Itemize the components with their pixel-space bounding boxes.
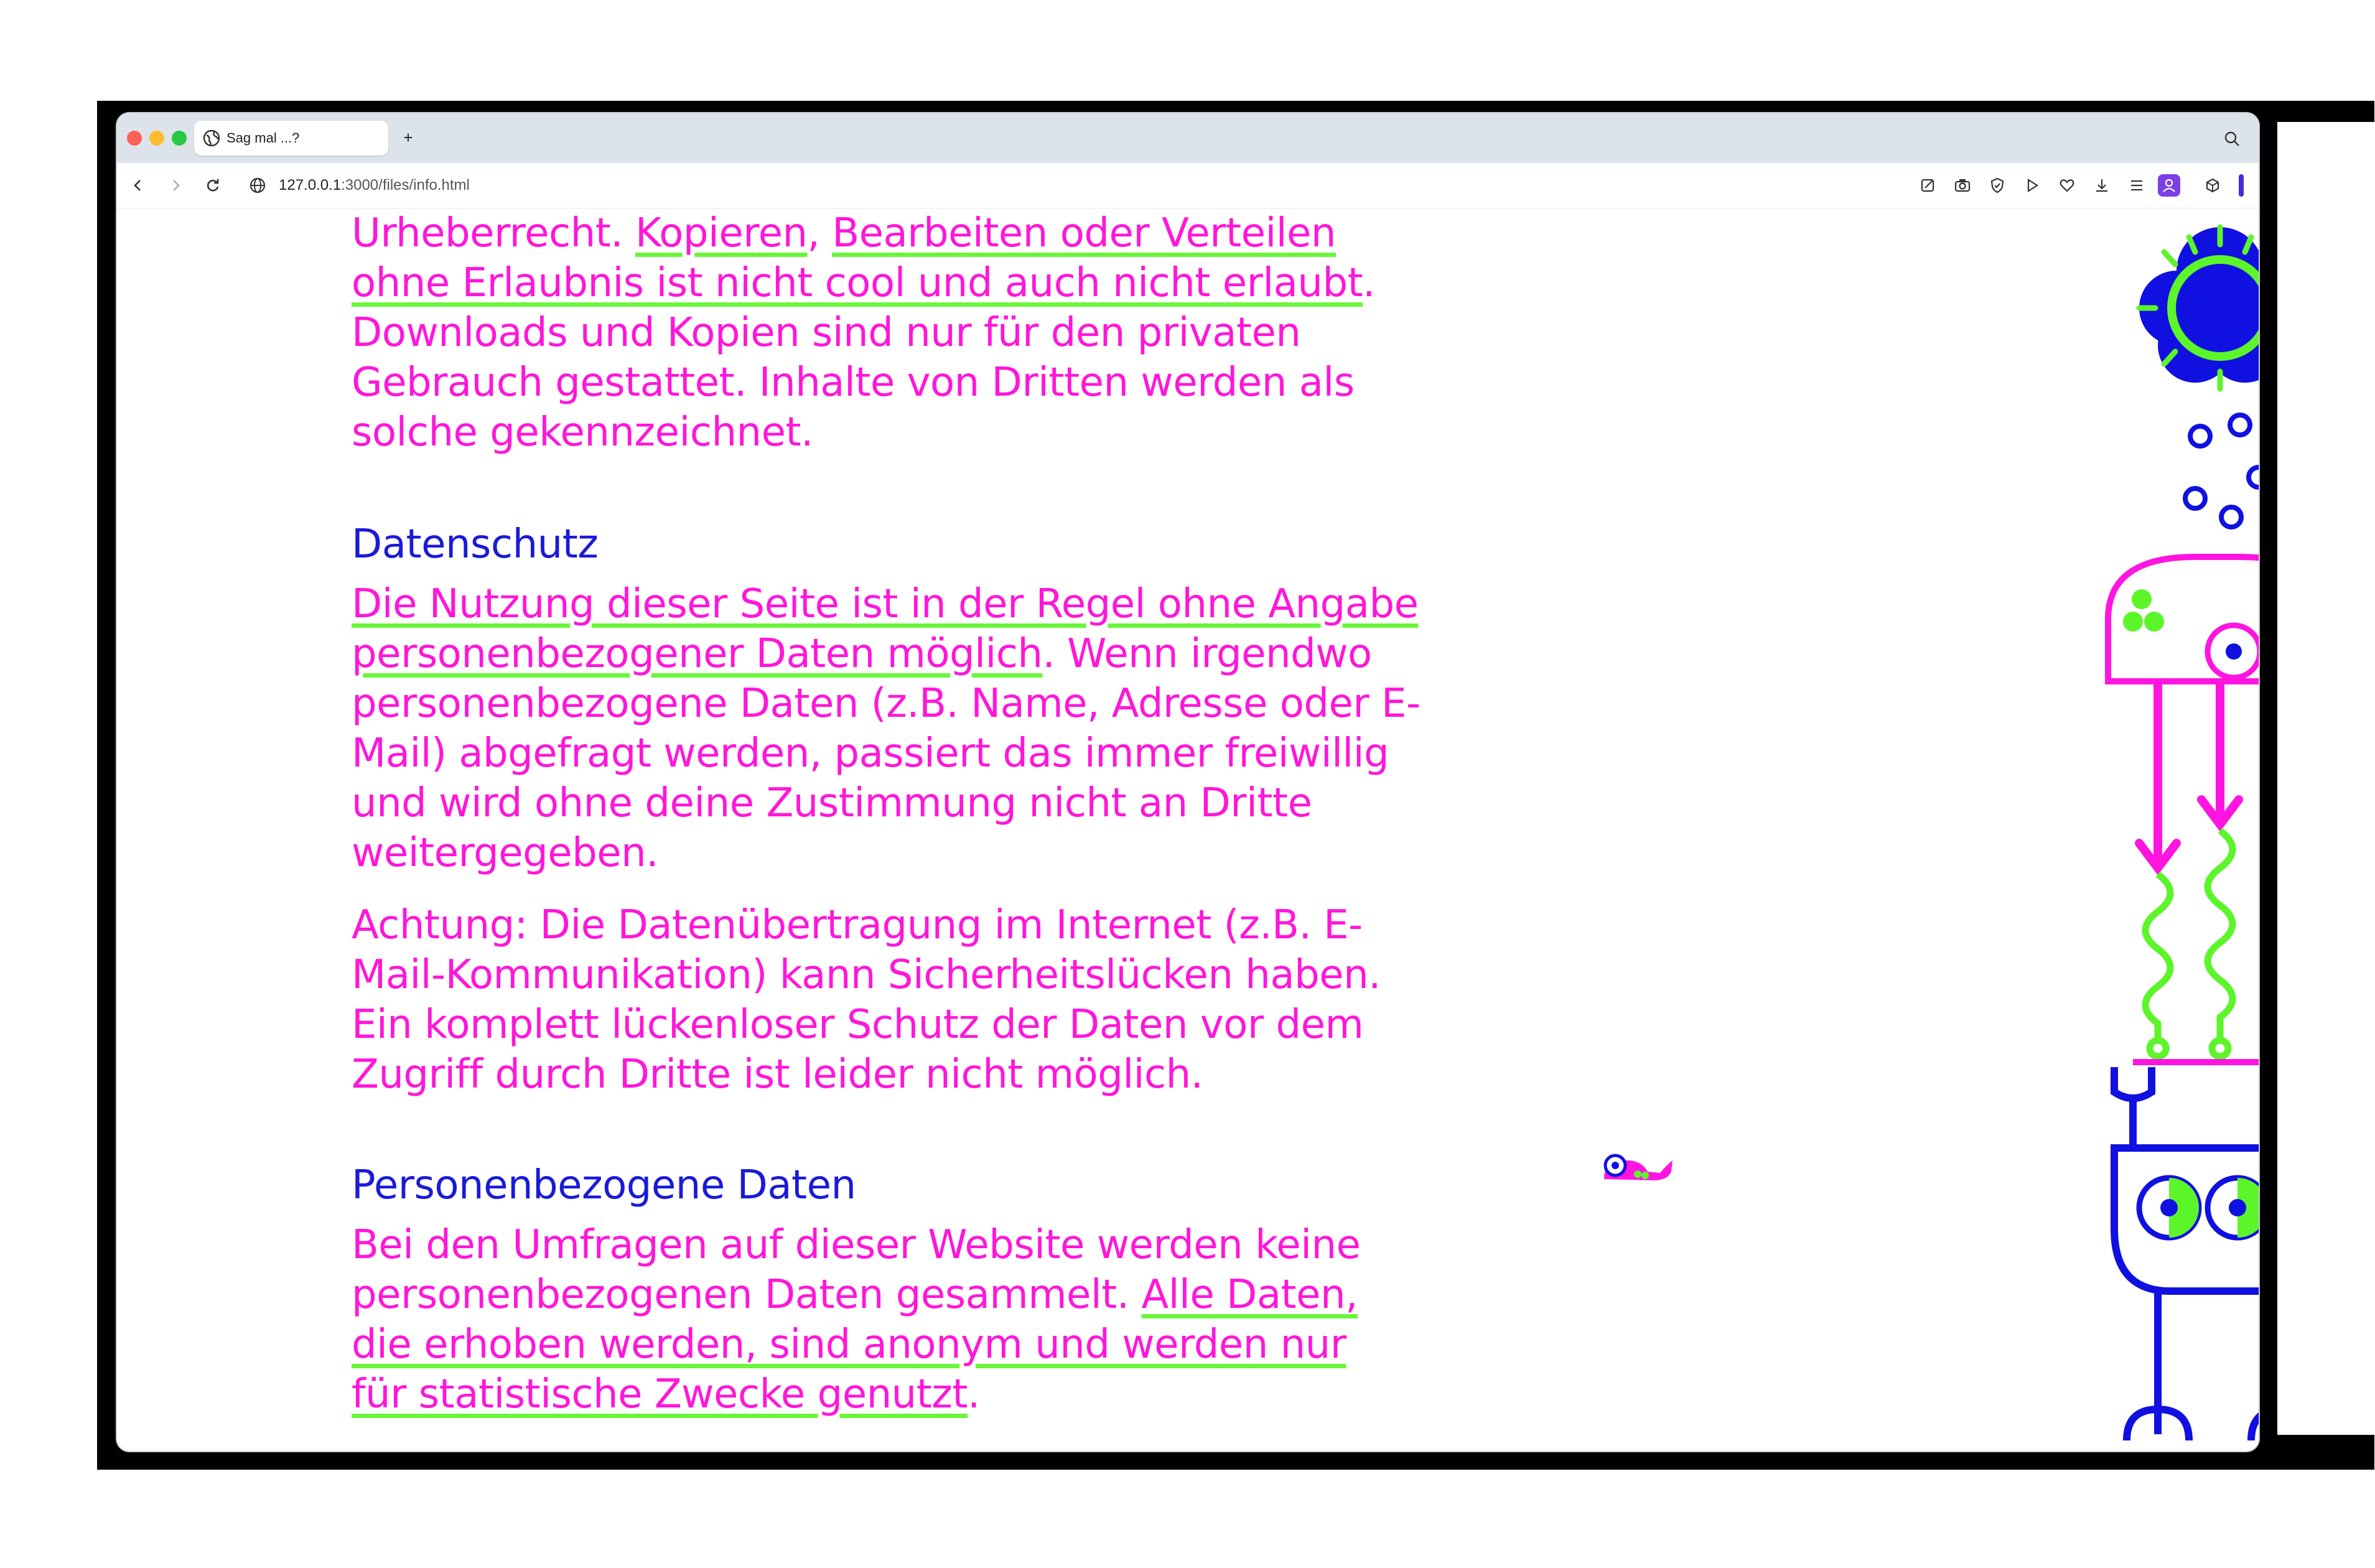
forward-icon[interactable] [166, 175, 185, 195]
globe-icon [203, 129, 220, 147]
menu-icon[interactable] [2125, 174, 2148, 197]
close-window-button[interactable] [127, 131, 142, 146]
shadow-notch [2277, 122, 2375, 1435]
heading-personenbezogene: Personenbezogene Daten [352, 1162, 856, 1208]
tab-active[interactable]: Sag mal ...? [194, 121, 388, 156]
address-toolbar: 127.0.0.1:3000/files/info.html [117, 163, 2259, 208]
extension-icon[interactable] [2201, 174, 2224, 197]
tab-bar: Sag mal ...? + [117, 113, 2259, 163]
heart-icon[interactable] [2056, 174, 2078, 197]
url-host: 127.0.0.1 [279, 177, 342, 194]
minimize-window-button[interactable] [149, 131, 164, 146]
sun-cloud-icon [2136, 224, 2259, 392]
edit-distribute-link[interactable]: Bearbeiten oder Verteilen [832, 210, 1336, 256]
maximize-window-button[interactable] [172, 131, 187, 146]
search-icon[interactable] [2223, 129, 2241, 148]
new-tab-button[interactable]: + [398, 128, 418, 148]
reload-icon[interactable] [203, 175, 223, 195]
camera-icon[interactable] [1951, 174, 1974, 197]
robot-illustration [2105, 224, 2259, 1441]
copyright-paragraph: Urheberrecht. Kopieren, Bearbeiten oder … [352, 208, 1409, 457]
address-bar[interactable]: 127.0.0.1:3000/files/info.html [279, 174, 470, 197]
snail-illustration [1603, 1154, 1673, 1180]
edit-icon[interactable] [1916, 174, 1939, 197]
privacy-paragraph: Die Nutzung dieser Seite ist in der Rege… [352, 579, 1422, 878]
play-icon[interactable] [2021, 174, 2043, 197]
back-icon[interactable] [128, 175, 148, 195]
period: . [1363, 260, 1375, 306]
site-info-icon[interactable] [249, 177, 266, 194]
security-paragraph: Achtung: Die Datenübertragung im Interne… [352, 902, 1381, 1098]
sidebar-toggle[interactable] [2239, 174, 2244, 197]
browser-window: Sag mal ...? + 127.0.0.1:3000/files/info… [117, 113, 2259, 1451]
download-icon[interactable] [2091, 174, 2113, 197]
page-viewport: Urheberrecht. Kopieren, Bearbeiten oder … [117, 208, 2259, 1451]
permission-link[interactable]: ohne Erlaubnis ist nicht cool und auch n… [352, 260, 1363, 306]
personal-data-paragraph: Bei den Umfragen auf dieser Website werd… [352, 1220, 1409, 1419]
shield-icon[interactable] [1986, 174, 2009, 197]
copy-link[interactable]: Kopieren [635, 210, 808, 256]
period: . [967, 1371, 980, 1417]
tab-title: Sag mal ...? [226, 130, 300, 146]
url-path: :3000/files/info.html [341, 177, 470, 194]
downloads-text: Downloads und Kopien sind nur für den pr… [352, 310, 1355, 455]
separator: , [807, 210, 833, 256]
profile-icon[interactable] [2158, 174, 2180, 197]
copyright-text: Urheberrecht. [352, 210, 635, 256]
heading-datenschutz: Datenschutz [352, 521, 599, 567]
